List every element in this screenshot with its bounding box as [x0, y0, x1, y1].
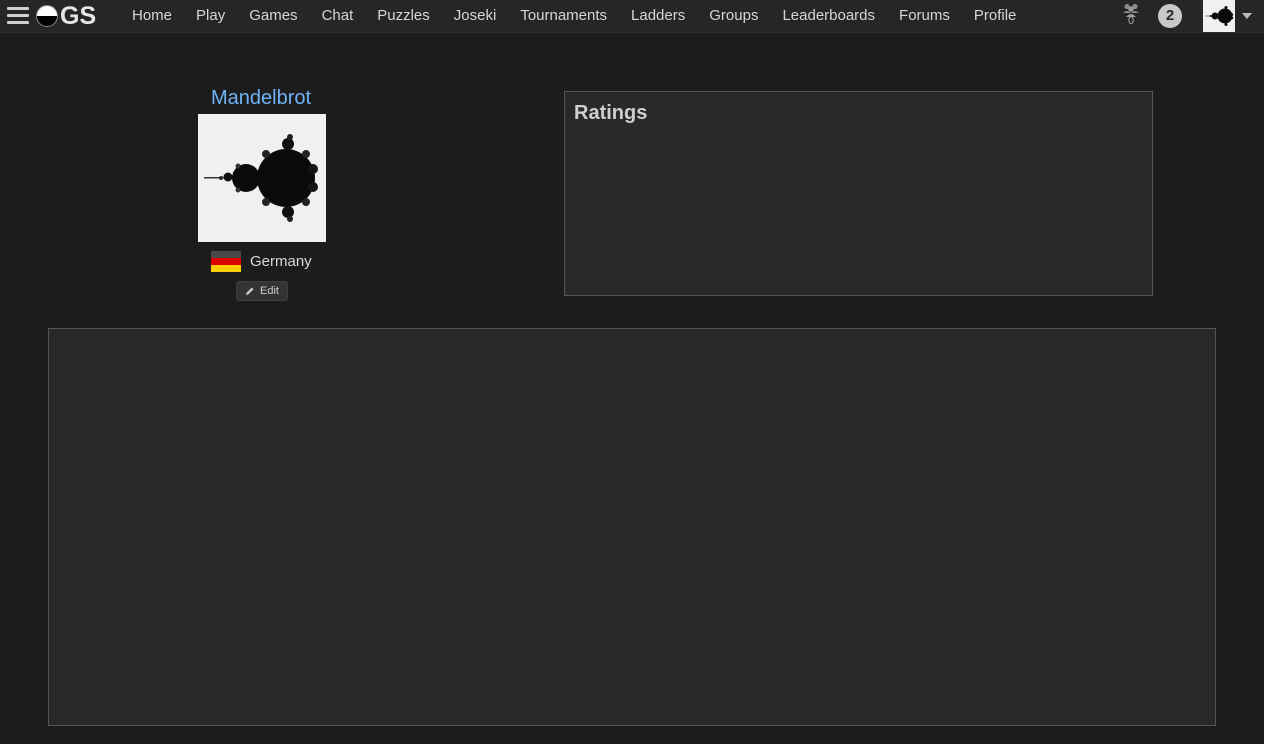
go-stone-logo-icon [36, 5, 58, 27]
top-navbar: GS Home Play Games Chat Puzzles Joseki T… [0, 0, 1264, 33]
hamburger-menu-icon[interactable] [7, 7, 29, 25]
nav-links: Home Play Games Chat Puzzles Joseki Tour… [120, 0, 1028, 32]
user-avatar-menu[interactable] [1203, 0, 1235, 32]
main-content-panel [48, 328, 1216, 726]
profile-country: Germany [211, 250, 312, 272]
nav-link-chat[interactable]: Chat [310, 0, 366, 32]
nav-link-play[interactable]: Play [184, 0, 237, 32]
ratings-panel: Ratings [564, 91, 1153, 296]
friends-count: 0 [1127, 15, 1135, 27]
caret-down-icon[interactable] [1242, 13, 1252, 19]
mandelbrot-fractal-image [198, 114, 326, 242]
nav-link-profile[interactable]: Profile [962, 0, 1029, 32]
logo-text: GS [60, 2, 97, 30]
country-name: Germany [250, 252, 312, 270]
nav-link-groups[interactable]: Groups [697, 0, 770, 32]
site-logo[interactable]: GS [36, 3, 96, 29]
pencil-icon [246, 287, 254, 295]
germany-flag-icon [211, 250, 241, 272]
nav-link-games[interactable]: Games [237, 0, 309, 32]
mandelbrot-fractal-image [1203, 0, 1235, 32]
edit-profile-button[interactable]: Edit [236, 281, 288, 301]
ratings-title: Ratings [574, 102, 648, 124]
notification-badge[interactable]: 2 [1158, 4, 1182, 28]
nav-link-forums[interactable]: Forums [887, 0, 962, 32]
nav-link-puzzles[interactable]: Puzzles [365, 0, 442, 32]
friends-indicator[interactable]: 0 [1120, 3, 1142, 31]
nav-link-leaderboards[interactable]: Leaderboards [770, 0, 887, 32]
nav-link-tournaments[interactable]: Tournaments [508, 0, 619, 32]
nav-link-joseki[interactable]: Joseki [442, 0, 509, 32]
nav-link-home[interactable]: Home [120, 0, 184, 32]
profile-avatar [198, 114, 326, 242]
edit-button-label: Edit [260, 285, 279, 297]
nav-link-ladders[interactable]: Ladders [619, 0, 697, 32]
profile-username[interactable]: Mandelbrot [150, 85, 372, 111]
